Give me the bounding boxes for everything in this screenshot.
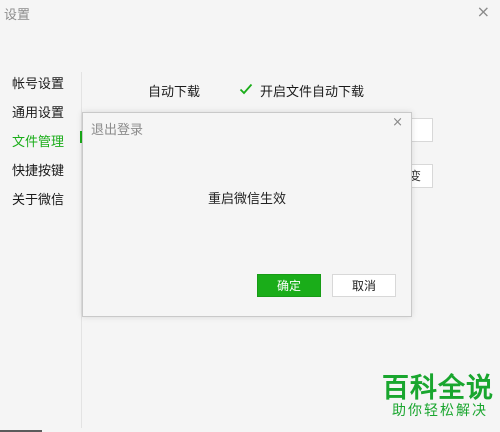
- dialog-close-icon[interactable]: ×: [392, 115, 403, 130]
- dialog-title: 退出登录: [91, 123, 144, 138]
- auto-download-option-label: 开启文件自动下载: [260, 85, 365, 100]
- watermark-logo: 百科全说 助你轻松解决: [376, 366, 494, 426]
- dialog-message: 重启微信生效: [207, 192, 286, 207]
- auto-download-checkbox[interactable]: [239, 81, 253, 95]
- sidebar: 帐号设置 通用设置 文件管理 快捷按键 关于微信: [0, 0, 82, 432]
- sidebar-item-general[interactable]: 通用设置: [12, 102, 64, 121]
- watermark-subtitle: 助你轻松解决: [392, 403, 488, 419]
- logout-dialog: 退出登录 × 重启微信生效 确定 取消: [82, 112, 412, 317]
- sidebar-item-shortcuts[interactable]: 快捷按键: [12, 160, 64, 179]
- sidebar-item-account[interactable]: 帐号设置: [12, 73, 64, 92]
- auto-download-label: 自动下载: [148, 85, 201, 100]
- sidebar-item-file-management[interactable]: 文件管理: [12, 131, 64, 150]
- cancel-button[interactable]: 取消: [332, 274, 396, 297]
- window-close-button[interactable]: ×: [477, 2, 490, 21]
- checkmark-icon: [239, 83, 253, 95]
- confirm-button[interactable]: 确定: [257, 274, 321, 297]
- sidebar-item-about[interactable]: 关于微信: [12, 189, 64, 208]
